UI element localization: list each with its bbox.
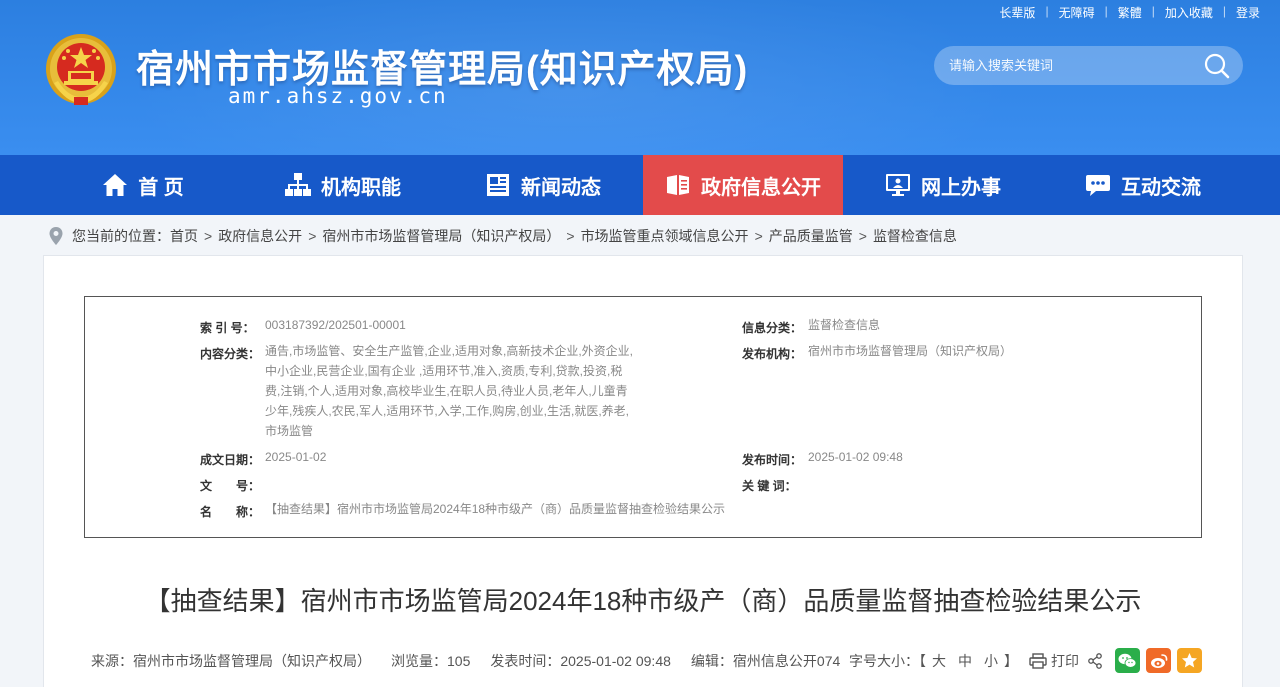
nav-item-online-services[interactable]: 网上办事 bbox=[843, 155, 1043, 215]
org-chart-icon bbox=[285, 173, 311, 196]
top-links: 长辈版 | 无障碍 | 繁體 | 加入收藏 | 登录 bbox=[999, 4, 1260, 21]
nav-item-label: 政府信息公开 bbox=[701, 176, 821, 199]
weibo-share-button[interactable] bbox=[1146, 648, 1171, 673]
name-value: 【抽查结果】宿州市市场监管局2024年18种市级产（商）品质量监督抽查检验结果公… bbox=[265, 502, 726, 516]
nav-item-label: 机构职能 bbox=[321, 176, 401, 199]
article-info-bar: 来源：宿州市市场监督管理局（知识产权局） 浏览量：105 发表时间：2025-0… bbox=[91, 651, 840, 671]
breadcrumb-home[interactable]: 首页 bbox=[170, 226, 198, 246]
favorite-share-button[interactable] bbox=[1177, 648, 1202, 673]
font-size-label: 字号大小：【 bbox=[849, 653, 926, 669]
publish-time-value: 2025-01-02 09:48 bbox=[808, 450, 903, 464]
elder-version-link[interactable]: 长辈版 bbox=[999, 4, 1035, 21]
doc-number-label: 文 号： bbox=[200, 479, 261, 493]
print-label: 打印 bbox=[1051, 652, 1079, 669]
search-box bbox=[934, 46, 1243, 85]
index-value: 003187392/202501-00001 bbox=[265, 318, 406, 332]
publish-time-label: 发布时间： bbox=[742, 453, 803, 467]
article-pub-time: 发表时间：2025-01-02 09:48 bbox=[490, 653, 671, 669]
breadcrumb-product-quality[interactable]: 产品质量监管 bbox=[769, 226, 853, 246]
keywords-label: 关 键 词： bbox=[742, 479, 797, 493]
accessibility-link[interactable]: 无障碍 bbox=[1059, 4, 1095, 21]
star-icon bbox=[1182, 653, 1197, 668]
breadcrumb: 您当前的位置： 首页 > 政府信息公开 > 宿州市市场监督管理局（知识产权局） … bbox=[48, 226, 957, 246]
nav-item-label: 新闻动态 bbox=[521, 176, 601, 199]
national-emblem-icon bbox=[46, 34, 116, 105]
traditional-chinese-link[interactable]: 繁體 bbox=[1118, 4, 1142, 21]
breadcrumb-separator: > bbox=[566, 228, 575, 244]
breadcrumb-separator: > bbox=[204, 228, 213, 244]
content-category-value: 通告,市场监管、安全生产监管,企业,适用对象,高新技术企业,外资企业,中小企业,… bbox=[265, 344, 634, 438]
breadcrumb-separator: > bbox=[308, 228, 317, 244]
breadcrumb-separator: > bbox=[754, 228, 763, 244]
printer-icon bbox=[1029, 652, 1047, 669]
publisher-label: 发布机构： bbox=[742, 347, 803, 361]
add-favorite-link[interactable]: 加入收藏 bbox=[1165, 4, 1213, 21]
breadcrumb-separator: > bbox=[858, 228, 867, 244]
chat-icon bbox=[1086, 175, 1110, 196]
print-button[interactable]: 打印 bbox=[1029, 651, 1079, 671]
nav-item-label: 首 页 bbox=[138, 176, 184, 199]
index-label: 索 引 号： bbox=[200, 321, 255, 335]
wechat-icon bbox=[1118, 653, 1137, 668]
publisher-value: 宿州市市场监督管理局（知识产权局） bbox=[808, 344, 1013, 358]
search-input[interactable] bbox=[934, 46, 1189, 85]
nav-item-news[interactable]: 新闻动态 bbox=[443, 155, 643, 215]
category-label: 信息分类： bbox=[742, 321, 803, 335]
divider: | bbox=[1045, 4, 1049, 18]
share-icon[interactable] bbox=[1087, 652, 1103, 669]
home-icon bbox=[103, 174, 128, 196]
breadcrumb-key-areas[interactable]: 市场监管重点领域信息公开 bbox=[581, 226, 749, 246]
monitor-icon bbox=[886, 174, 910, 196]
divider: | bbox=[1104, 4, 1108, 18]
weibo-icon bbox=[1150, 653, 1167, 668]
login-link[interactable]: 登录 bbox=[1236, 4, 1260, 21]
breadcrumb-inspection-info[interactable]: 监督检查信息 bbox=[873, 226, 957, 246]
content-category-label: 内容分类： bbox=[200, 347, 261, 361]
category-value: 监督检查信息 bbox=[808, 318, 881, 332]
article-editor: 编辑：宿州信息公开074 bbox=[690, 653, 841, 669]
breadcrumb-bureau[interactable]: 宿州市市场监督管理局（知识产权局） bbox=[322, 226, 560, 246]
nav-item-interaction[interactable]: 互动交流 bbox=[1043, 155, 1243, 215]
nav-item-home[interactable]: 首 页 bbox=[43, 155, 243, 215]
nav-item-label: 互动交流 bbox=[1121, 176, 1201, 199]
metadata-table: 索 引 号： 003187392/202501-00001 信息分类： 监督检查… bbox=[84, 296, 1202, 538]
article-title: 【抽查结果】宿州市市场监管局2024年18种市级产（商）品质量监督抽查检验结果公… bbox=[144, 586, 1142, 616]
breadcrumb-gov-info[interactable]: 政府信息公开 bbox=[218, 226, 302, 246]
article-tools: 打印 bbox=[1029, 648, 1208, 673]
site-header: 长辈版 | 无障碍 | 繁體 | 加入收藏 | 登录 宿州市市场监督管理局(知识… bbox=[0, 0, 1280, 155]
font-size-medium-button[interactable]: 中 bbox=[958, 651, 972, 671]
divider: | bbox=[1151, 4, 1155, 18]
open-book-icon bbox=[667, 175, 689, 195]
content-panel: 索 引 号： 003187392/202501-00001 信息分类： 监督检查… bbox=[43, 255, 1243, 687]
font-size-end: 】 bbox=[1004, 653, 1018, 669]
article-source: 来源：宿州市市场监督管理局（知识产权局） bbox=[91, 653, 371, 669]
font-size-switcher: 字号大小：【 大 中 小 】 bbox=[849, 651, 1018, 671]
article-views: 浏览量：105 bbox=[391, 653, 471, 669]
breadcrumb-prefix: 您当前的位置： bbox=[72, 228, 170, 244]
wechat-share-button[interactable] bbox=[1115, 648, 1140, 673]
newspaper-icon bbox=[487, 174, 509, 196]
nav-item-organization[interactable]: 机构职能 bbox=[243, 155, 443, 215]
divider: | bbox=[1222, 4, 1226, 18]
name-label: 名 称： bbox=[200, 505, 261, 519]
search-icon[interactable] bbox=[1203, 52, 1231, 80]
written-date-value: 2025-01-02 bbox=[265, 450, 327, 464]
location-pin-icon bbox=[49, 227, 63, 245]
written-date-label: 成文日期： bbox=[200, 453, 261, 467]
font-size-large-button[interactable]: 大 bbox=[932, 651, 946, 671]
font-size-small-button[interactable]: 小 bbox=[984, 651, 998, 671]
site-domain: amr.ahsz.gov.cn bbox=[228, 84, 448, 108]
nav-item-label: 网上办事 bbox=[921, 176, 1001, 199]
nav-item-gov-info-disclosure[interactable]: 政府信息公开 bbox=[643, 155, 843, 215]
main-nav: 首 页 机构职能 新闻动态 政府信息公开 网上办事 互动交流 bbox=[0, 155, 1280, 215]
